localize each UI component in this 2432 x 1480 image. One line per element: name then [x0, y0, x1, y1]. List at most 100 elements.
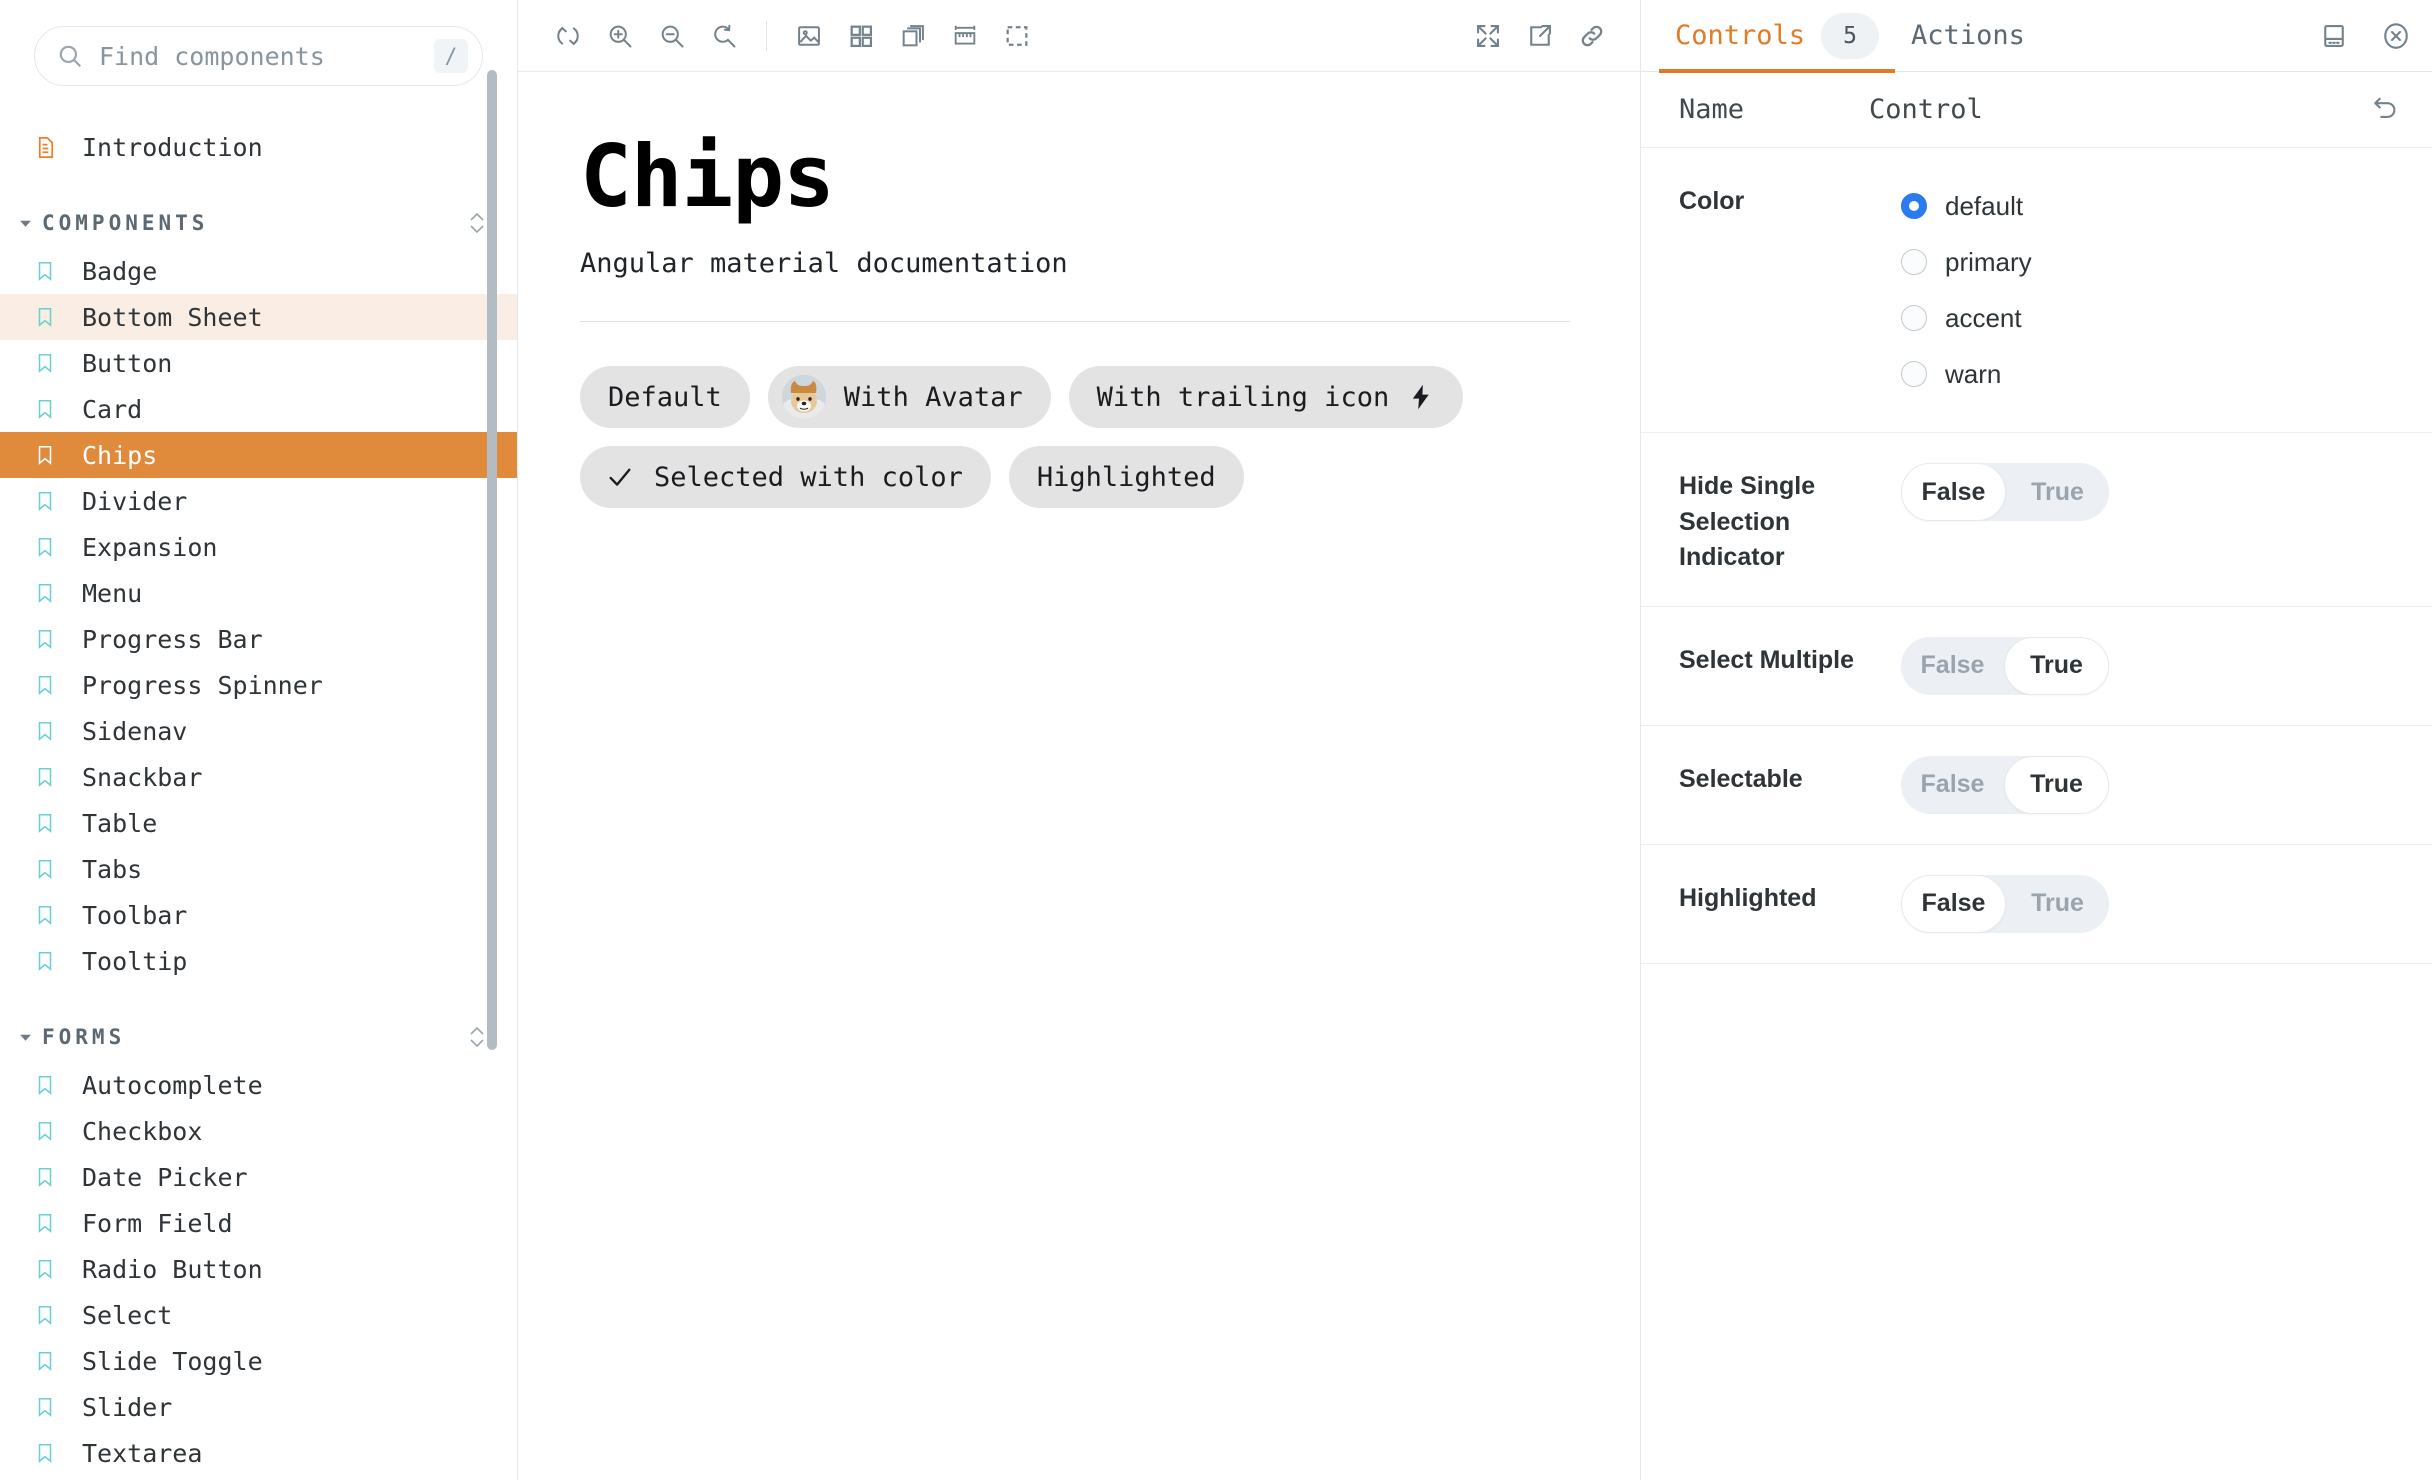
sidebar-group-forms-items: Autocomplete Checkbox Date Picker Form F… — [0, 1062, 517, 1476]
fullscreen-icon[interactable] — [1462, 10, 1514, 62]
sidebar-item-checkbox[interactable]: Checkbox — [0, 1108, 517, 1154]
reset-controls-icon[interactable] — [2364, 89, 2406, 131]
sidebar-item-expansion[interactable]: Expansion — [0, 524, 517, 570]
bolt-icon[interactable] — [1407, 383, 1435, 411]
sidebar-item-slider[interactable]: Slider — [0, 1384, 517, 1430]
chip-highlighted[interactable]: Highlighted — [1009, 446, 1244, 508]
boolean-false-option[interactable]: False — [1901, 756, 2004, 814]
sidebar-scrollbar[interactable] — [487, 70, 497, 1050]
sidebar-item-form-field[interactable]: Form Field — [0, 1200, 517, 1246]
radio-dot-icon — [1901, 361, 1927, 387]
sidebar-item-chips[interactable]: Chips — [0, 432, 517, 478]
sidebar-item-tooltip[interactable]: Tooltip — [0, 938, 517, 984]
remount-icon[interactable] — [542, 10, 594, 62]
sidebar-item-label: Date Picker — [82, 1163, 248, 1192]
control-name: Hide Single Selection Indicator — [1679, 463, 1869, 576]
search-input[interactable] — [83, 42, 434, 71]
background-image-icon[interactable] — [783, 10, 835, 62]
bookmark-icon — [34, 858, 60, 880]
viewport-icon[interactable] — [887, 10, 939, 62]
bookmark-icon — [34, 766, 60, 788]
sidebar-item-label: Checkbox — [82, 1117, 202, 1146]
radio-option-default[interactable]: default — [1901, 178, 2406, 234]
page-subtitle: Angular material documentation — [580, 248, 1518, 279]
tab-controls[interactable]: Controls 5 — [1659, 0, 1895, 72]
boolean-toggle[interactable]: False True — [1901, 756, 2109, 814]
sidebar-item-card[interactable]: Card — [0, 386, 517, 432]
caret-down-icon — [14, 217, 36, 230]
sidebar-item-textarea[interactable]: Textarea — [0, 1430, 517, 1476]
boolean-false-option[interactable]: False — [1901, 463, 2006, 521]
boolean-toggle[interactable]: False True — [1901, 637, 2109, 695]
boolean-false-option[interactable]: False — [1901, 875, 2006, 933]
sidebar: / Introduction COMPONENTS — [0, 0, 518, 1480]
sidebar-item-menu[interactable]: Menu — [0, 570, 517, 616]
chip-selected-with-color[interactable]: Selected with color — [580, 446, 991, 508]
boolean-toggle[interactable]: False True — [1901, 463, 2109, 521]
close-addon-panel-icon[interactable] — [2370, 10, 2422, 62]
grid-icon[interactable] — [835, 10, 887, 62]
sidebar-item-select[interactable]: Select — [0, 1292, 517, 1338]
radio-option-label: warn — [1945, 359, 2001, 390]
sidebar-item-toolbar[interactable]: Toolbar — [0, 892, 517, 938]
sidebar-item-date-picker[interactable]: Date Picker — [0, 1154, 517, 1200]
boolean-true-option[interactable]: True — [2006, 875, 2109, 933]
sidebar-item-bottom-sheet[interactable]: Bottom Sheet — [0, 294, 517, 340]
radio-option-accent[interactable]: accent — [1901, 290, 2406, 346]
sidebar-item-label: Menu — [82, 579, 142, 608]
expand-collapse-icon[interactable] — [467, 209, 487, 237]
zoom-in-icon[interactable] — [594, 10, 646, 62]
outline-icon[interactable] — [991, 10, 1043, 62]
bookmark-icon — [34, 536, 60, 558]
bookmark-icon — [34, 444, 60, 466]
sidebar-item-label: Toolbar — [82, 901, 187, 930]
sidebar-item-sidenav[interactable]: Sidenav — [0, 708, 517, 754]
control-widget-boolean: False True — [1869, 637, 2406, 695]
sidebar-item-button[interactable]: Button — [0, 340, 517, 386]
boolean-true-option[interactable]: True — [2004, 756, 2109, 814]
sidebar-item-label: Slider — [82, 1393, 172, 1422]
measure-icon[interactable] — [939, 10, 991, 62]
radio-option-primary[interactable]: primary — [1901, 234, 2406, 290]
open-new-tab-icon[interactable] — [1514, 10, 1566, 62]
sidebar-item-divider[interactable]: Divider — [0, 478, 517, 524]
search-box[interactable]: / — [34, 26, 483, 86]
sidebar-group-components[interactable]: COMPONENTS — [0, 198, 517, 248]
sidebar-item-autocomplete[interactable]: Autocomplete — [0, 1062, 517, 1108]
caret-down-icon — [14, 1031, 36, 1044]
zoom-out-icon[interactable] — [646, 10, 698, 62]
sidebar-item-table[interactable]: Table — [0, 800, 517, 846]
boolean-false-option[interactable]: False — [1901, 637, 2004, 695]
radio-option-warn[interactable]: warn — [1901, 346, 2406, 402]
addon-tab-bar: Controls 5 Actions — [1641, 0, 2432, 72]
sidebar-item-progress-bar[interactable]: Progress Bar — [0, 616, 517, 662]
preview-area: Chips Angular material documentation Def… — [518, 0, 1640, 1480]
chip-with-avatar[interactable]: With Avatar — [768, 366, 1051, 428]
sidebar-item-introduction[interactable]: Introduction — [0, 124, 517, 170]
chip-with-trailing-icon[interactable]: With trailing icon — [1069, 366, 1464, 428]
bookmark-icon — [34, 398, 60, 420]
boolean-true-option[interactable]: True — [2006, 463, 2109, 521]
sidebar-item-label: Bottom Sheet — [82, 303, 263, 332]
avatar — [782, 375, 826, 419]
sidebar-item-tabs[interactable]: Tabs — [0, 846, 517, 892]
sidebar-item-snackbar[interactable]: Snackbar — [0, 754, 517, 800]
chip-label: With Avatar — [844, 382, 1023, 413]
link-icon[interactable] — [1566, 10, 1618, 62]
control-name: Select Multiple — [1679, 637, 1869, 679]
boolean-true-option[interactable]: True — [2004, 637, 2109, 695]
bookmark-icon — [34, 1350, 60, 1372]
zoom-reset-icon[interactable] — [698, 10, 750, 62]
change-addon-position-icon[interactable] — [2308, 10, 2360, 62]
sidebar-item-label: Badge — [82, 257, 157, 286]
sidebar-group-forms[interactable]: FORMS — [0, 1012, 517, 1062]
chip-label: Highlighted — [1037, 462, 1216, 493]
sidebar-item-badge[interactable]: Badge — [0, 248, 517, 294]
tab-actions[interactable]: Actions — [1895, 0, 2041, 72]
boolean-toggle[interactable]: False True — [1901, 875, 2109, 933]
chip-default[interactable]: Default — [580, 366, 750, 428]
sidebar-item-radio-button[interactable]: Radio Button — [0, 1246, 517, 1292]
sidebar-item-slide-toggle[interactable]: Slide Toggle — [0, 1338, 517, 1384]
sidebar-item-progress-spinner[interactable]: Progress Spinner — [0, 662, 517, 708]
expand-collapse-icon[interactable] — [467, 1023, 487, 1051]
